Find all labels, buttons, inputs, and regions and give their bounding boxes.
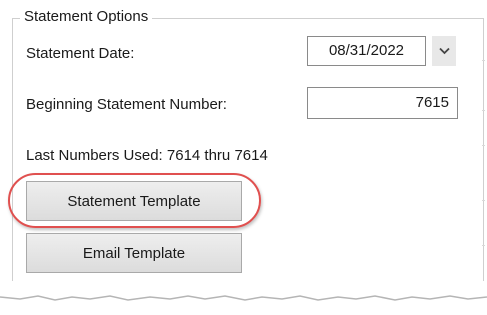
highlight-circle [8,173,261,228]
beginning-number-field[interactable]: 7615 [307,87,458,119]
statement-date-label: Statement Date: [26,45,135,62]
beginning-number-label: Beginning Statement Number: [26,96,227,113]
edge-mark [482,200,485,201]
email-template-button[interactable]: Email Template [26,233,242,273]
statement-options-panel: Statement Options Statement Date: 08/31/… [0,0,487,315]
edge-mark [482,110,485,111]
edge-mark [482,60,485,61]
last-numbers-used-text: Last Numbers Used: 7614 thru 7614 [26,147,268,164]
edge-mark [482,245,485,246]
group-title: Statement Options [20,7,153,27]
chevron-down-icon [438,47,450,55]
statement-date-field[interactable]: 08/31/2022 [307,36,426,66]
date-dropdown-button[interactable] [432,36,456,66]
edge-mark [482,145,485,146]
torn-edge [0,295,487,315]
